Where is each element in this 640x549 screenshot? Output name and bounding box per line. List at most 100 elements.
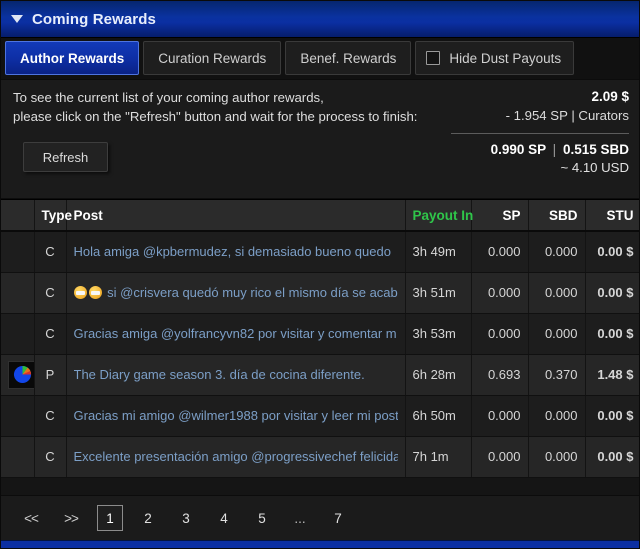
table-row[interactable]: C Excelente presentación amigo @progress… xyxy=(1,436,639,478)
pagination-first[interactable]: << xyxy=(17,505,45,531)
post-link[interactable]: The Diary game season 3. día de cocina d… xyxy=(74,367,398,382)
sbd-total-value: 0.515 SBD xyxy=(562,142,629,157)
row-sbd: 0.000 xyxy=(528,231,586,273)
table-row[interactable]: C Hola amiga @kpbermudez, si demasiado b… xyxy=(1,231,639,273)
row-sbd: 0.000 xyxy=(528,395,586,437)
coming-rewards-window: Coming Rewards Author Rewards Curation R… xyxy=(0,0,640,549)
row-icon-cell xyxy=(1,354,35,396)
row-stu: 0.00 $ xyxy=(585,231,639,273)
summary-panel: To see the current list of your coming a… xyxy=(1,80,639,199)
row-sbd: 0.000 xyxy=(528,313,586,355)
row-stu: 0.00 $ xyxy=(585,272,639,314)
tab-benef-rewards-label: Benef. Rewards xyxy=(300,50,397,66)
pagination-page-3[interactable]: 3 xyxy=(173,505,199,531)
table-row[interactable]: C Gracias amiga @yolfrancyvn82 por visit… xyxy=(1,313,639,355)
hide-dust-checkbox[interactable] xyxy=(426,51,441,65)
row-stu: 1.48 $ xyxy=(585,354,639,396)
row-sbd: 0.000 xyxy=(528,272,586,314)
row-payout-in: 3h 49m xyxy=(405,231,472,273)
row-icon-cell xyxy=(1,231,35,273)
table-row[interactable]: P The Diary game season 3. día de cocina… xyxy=(1,354,639,396)
row-sbd: 0.370 xyxy=(528,354,586,396)
column-header-stu[interactable]: STU xyxy=(585,200,639,232)
pagination-next[interactable]: >> xyxy=(57,505,85,531)
pie-chart-icon xyxy=(8,360,33,389)
tab-bar: Author Rewards Curation Rewards Benef. R… xyxy=(1,38,639,80)
curators-label: Curators xyxy=(578,108,629,123)
curators-amount: - 1.954 SP xyxy=(505,108,568,123)
approx-usd-value: ~ 4.10 USD xyxy=(560,160,629,175)
pagination-ellipsis: ... xyxy=(294,510,306,526)
refresh-button[interactable]: Refresh xyxy=(23,142,108,172)
row-payout-in: 6h 28m xyxy=(405,354,472,396)
column-header-type[interactable]: Type xyxy=(34,200,72,232)
row-stu: 0.00 $ xyxy=(585,313,639,355)
column-header-payout-in[interactable]: Payout In xyxy=(405,200,473,232)
hide-dust-label: Hide Dust Payouts xyxy=(449,50,562,66)
tab-author-rewards-label: Author Rewards xyxy=(20,50,125,66)
row-post-cell: Gracias mi amigo @wilmer1988 por visitar… xyxy=(66,395,406,437)
column-header-sp[interactable]: SP xyxy=(471,200,529,232)
table-row[interactable]: C Gracias mi amigo @wilmer1988 por visit… xyxy=(1,395,639,437)
row-post-cell: si @crisvera quedó muy rico el mismo día… xyxy=(66,272,406,314)
post-link[interactable]: Gracias mi amigo @wilmer1988 por visitar… xyxy=(74,408,398,423)
post-link[interactable]: Hola amiga @kpbermudez, si demasiado bue… xyxy=(74,244,398,259)
rewards-table-body: C Hola amiga @kpbermudez, si demasiado b… xyxy=(1,231,639,478)
table-header-row: Type Post Payout In SP SBD STU xyxy=(1,200,639,232)
chevron-down-icon[interactable] xyxy=(11,15,23,23)
row-payout-in: 7h 1m xyxy=(405,436,472,478)
row-payout-in: 3h 51m xyxy=(405,272,472,314)
row-post-cell: Excelente presentación amigo @progressiv… xyxy=(66,436,406,478)
row-sp: 0.000 xyxy=(471,313,529,355)
sp-sbd-separator: | xyxy=(552,142,557,157)
row-type: C xyxy=(34,272,67,314)
row-sp: 0.000 xyxy=(471,395,529,437)
tab-benef-rewards[interactable]: Benef. Rewards xyxy=(285,41,412,75)
pagination-page-5[interactable]: 5 xyxy=(249,505,275,531)
bottom-accent-bar xyxy=(1,540,639,548)
row-sp: 0.693 xyxy=(471,354,529,396)
post-link[interactable]: Gracias amiga @yolfrancyvn82 por visitar… xyxy=(74,326,398,341)
row-type: C xyxy=(34,313,67,355)
row-type: C xyxy=(34,395,67,437)
column-header-sbd[interactable]: SBD xyxy=(528,200,586,232)
pagination-page-7[interactable]: 7 xyxy=(325,505,351,531)
table-row[interactable]: C si @crisvera quedó muy rico el mismo d… xyxy=(1,272,639,314)
rewards-table-container: Type Post Payout In SP SBD STU C Hola am… xyxy=(1,199,639,495)
row-sp: 0.000 xyxy=(471,231,529,273)
pagination-page-4[interactable]: 4 xyxy=(211,505,237,531)
row-icon-cell xyxy=(1,436,35,478)
grinning-face-icon xyxy=(73,285,104,300)
pagination-page-2[interactable]: 2 xyxy=(135,505,161,531)
row-icon-cell xyxy=(1,313,35,355)
summary-divider xyxy=(451,133,629,134)
row-sp: 0.000 xyxy=(471,272,529,314)
post-link-text: si @crisvera quedó muy rico el mismo día… xyxy=(107,285,398,300)
row-icon-cell xyxy=(1,272,35,314)
curators-separator: | xyxy=(571,108,575,123)
pagination: << >> 1 2 3 4 5 ... 7 xyxy=(1,495,639,540)
curators-line: - 1.954 SP | Curators xyxy=(329,106,629,125)
total-usd-value: 2.09 $ xyxy=(591,89,629,104)
row-icon-cell xyxy=(1,395,35,437)
tab-curation-rewards[interactable]: Curation Rewards xyxy=(143,41,282,75)
row-post-cell: The Diary game season 3. día de cocina d… xyxy=(66,354,406,396)
row-type: P xyxy=(34,354,67,396)
tab-author-rewards[interactable]: Author Rewards xyxy=(5,41,140,75)
post-link[interactable]: Excelente presentación amigo @progressiv… xyxy=(74,449,398,464)
page-title: Coming Rewards xyxy=(32,10,156,28)
refresh-button-label: Refresh xyxy=(42,149,89,165)
row-payout-in: 3h 53m xyxy=(405,313,472,355)
row-stu: 0.00 $ xyxy=(585,395,639,437)
summary-totals: 2.09 $ - 1.954 SP | Curators 0.990 SP | … xyxy=(329,87,629,177)
post-link[interactable]: si @crisvera quedó muy rico el mismo día… xyxy=(73,285,398,300)
column-header-post[interactable]: Post xyxy=(66,200,406,232)
pagination-page-1[interactable]: 1 xyxy=(97,505,123,531)
row-type: C xyxy=(34,231,67,273)
hide-dust-payouts-toggle[interactable]: Hide Dust Payouts xyxy=(415,41,575,75)
row-sp: 0.000 xyxy=(471,436,529,478)
row-type: C xyxy=(34,436,67,478)
row-post-cell: Gracias amiga @yolfrancyvn82 por visitar… xyxy=(66,313,406,355)
column-header-icon[interactable] xyxy=(1,200,35,232)
row-stu: 0.00 $ xyxy=(585,436,639,478)
